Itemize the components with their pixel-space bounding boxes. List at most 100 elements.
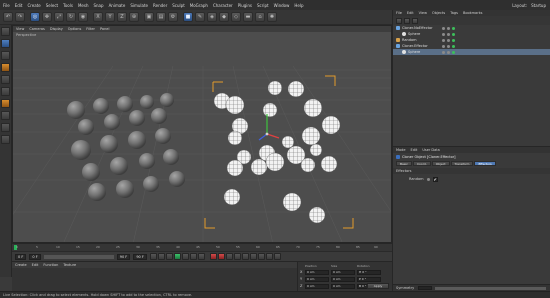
viewport-menu-filter[interactable]: Filter [86, 27, 95, 31]
menu-mograph[interactable]: MoGraph [190, 3, 208, 8]
points-mode-icon[interactable] [1, 63, 10, 72]
redo-icon[interactable]: ↷ [15, 12, 25, 22]
render-view-icon[interactable]: ▣ [144, 12, 154, 22]
record-icon[interactable] [209, 253, 217, 260]
viewport-menu-cameras[interactable]: Cameras [29, 27, 45, 31]
timeline-ruler[interactable]: 0 5 10 15 20 25 30 35 40 45 50 55 60 65 … [12, 243, 392, 251]
material-menu-edit[interactable]: Edit [32, 263, 39, 267]
light-icon[interactable]: ✺ [267, 12, 277, 22]
spline-pen-icon[interactable]: ✎ [195, 12, 205, 22]
next-frame-icon[interactable] [181, 253, 189, 260]
next-key-icon[interactable] [189, 253, 197, 260]
visibility-toggles[interactable] [442, 50, 457, 54]
autokey-icon[interactable] [217, 253, 225, 260]
menu-render[interactable]: Render [153, 3, 167, 8]
position-key-icon[interactable] [233, 253, 241, 260]
menu-mesh[interactable]: Mesh [78, 3, 89, 8]
viewport-scene[interactable] [13, 32, 392, 243]
scale-icon[interactable]: ⤢ [54, 12, 64, 22]
tab-transform[interactable]: Transform [450, 160, 474, 166]
menu-script[interactable]: Script [257, 3, 269, 8]
parameter-key-icon[interactable] [257, 253, 265, 260]
menu-character[interactable]: Character [213, 3, 233, 8]
menu-file[interactable]: File [3, 3, 10, 8]
menu-select[interactable]: Select [46, 3, 58, 8]
visibility-toggles[interactable] [442, 44, 457, 48]
tab-effectors[interactable]: Effectors [474, 160, 496, 166]
axis-mode-icon[interactable] [1, 99, 10, 108]
previous-frame-icon[interactable] [165, 253, 173, 260]
snapping-icon[interactable] [1, 123, 10, 132]
size-y-field[interactable]: 0 cm [331, 276, 355, 282]
keyframe-selection-icon[interactable] [225, 253, 233, 260]
menu-sculpt[interactable]: Sculpt [172, 3, 185, 8]
timeline-settings-icon[interactable] [273, 253, 281, 260]
menu-animate[interactable]: Animate [109, 3, 126, 8]
viewport-menu-display[interactable]: Display [50, 27, 63, 31]
am-menu-mode[interactable]: Mode [396, 148, 406, 152]
rotation-h-field[interactable]: H 0 ° [357, 269, 381, 275]
previous-key-icon[interactable] [157, 253, 165, 260]
polygons-mode-icon[interactable] [1, 87, 10, 96]
material-menu-texture[interactable]: Texture [63, 263, 76, 267]
workplane-icon[interactable] [1, 135, 10, 144]
size-x-field[interactable]: 0 cm [331, 269, 355, 275]
array-icon[interactable]: ◆ [219, 12, 229, 22]
menu-plugins[interactable]: Plugins [238, 3, 252, 8]
menu-edit[interactable]: Edit [15, 3, 23, 8]
viewport-menu-options[interactable]: Options [68, 27, 82, 31]
rotation-key-icon[interactable] [249, 253, 257, 260]
om-menu-edit[interactable]: Edit [407, 11, 414, 15]
menu-snap[interactable]: Snap [93, 3, 103, 8]
x-axis-icon[interactable]: X [93, 12, 103, 22]
effectors-list-entry[interactable]: Random ✔ [393, 174, 550, 184]
floor-icon[interactable]: ▬ [243, 12, 253, 22]
menu-window[interactable]: Window [274, 3, 290, 8]
symmetry-field[interactable] [418, 286, 433, 290]
texture-mode-icon[interactable] [1, 51, 10, 60]
undo-icon[interactable]: ↶ [3, 12, 13, 22]
om-menu-objects[interactable]: Objects [432, 11, 445, 15]
coordinate-system-icon[interactable]: ⊕ [129, 12, 139, 22]
render-settings-icon[interactable]: ⚙ [168, 12, 178, 22]
rotate-icon[interactable]: ↻ [66, 12, 76, 22]
visibility-toggles[interactable] [442, 38, 457, 42]
cube-icon[interactable]: ■ [183, 12, 193, 22]
symmetry-slider[interactable] [435, 286, 546, 290]
min-frame-field[interactable]: 0 F [29, 253, 41, 260]
om-menu-tags[interactable]: Tags [450, 11, 458, 15]
scale-key-icon[interactable] [241, 253, 249, 260]
menu-tools[interactable]: Tools [63, 3, 73, 8]
tweak-mode-icon[interactable] [1, 111, 10, 120]
om-menu-file[interactable]: File [396, 11, 402, 15]
am-menu-edit[interactable]: Edit [411, 148, 418, 152]
layout-value[interactable]: Startup [531, 3, 546, 8]
menu-create[interactable]: Create [27, 3, 40, 8]
position-x-field[interactable]: 0 cm [305, 269, 329, 275]
tab-basic[interactable]: Basic [396, 160, 412, 166]
camera-icon[interactable]: ⌂ [255, 12, 265, 22]
om-menu-view[interactable]: View [419, 11, 427, 15]
model-mode-icon[interactable] [1, 39, 10, 48]
recent-tools-icon[interactable]: ◉ [78, 12, 88, 22]
preview-range-slider[interactable] [43, 254, 114, 259]
make-editable-icon[interactable] [1, 27, 10, 36]
am-menu-user-data[interactable]: User Data [422, 148, 439, 152]
edges-mode-icon[interactable] [1, 75, 10, 84]
position-y-field[interactable]: 0 cm [305, 276, 329, 282]
new-view-icon[interactable] [412, 17, 418, 24]
z-axis-icon[interactable]: Z [117, 12, 127, 22]
search-icon[interactable] [396, 17, 402, 24]
visibility-toggles[interactable] [442, 32, 457, 36]
y-axis-icon[interactable]: Y [105, 12, 115, 22]
move-icon[interactable]: ✥ [42, 12, 52, 22]
play-icon[interactable] [173, 253, 181, 260]
effector-enabled-checkbox[interactable]: ✔ [432, 176, 438, 182]
menu-help[interactable]: Help [294, 3, 303, 8]
apply-button[interactable]: Apply [367, 283, 389, 289]
tab-object[interactable]: Object [431, 160, 450, 166]
object-row-sphere-selected[interactable]: Sphere [393, 49, 550, 55]
position-z-field[interactable]: 0 cm [305, 283, 329, 289]
perspective-viewport[interactable]: View Cameras Display Options Filter Pane… [12, 25, 392, 243]
viewport-menu-panel[interactable]: Panel [100, 27, 109, 31]
